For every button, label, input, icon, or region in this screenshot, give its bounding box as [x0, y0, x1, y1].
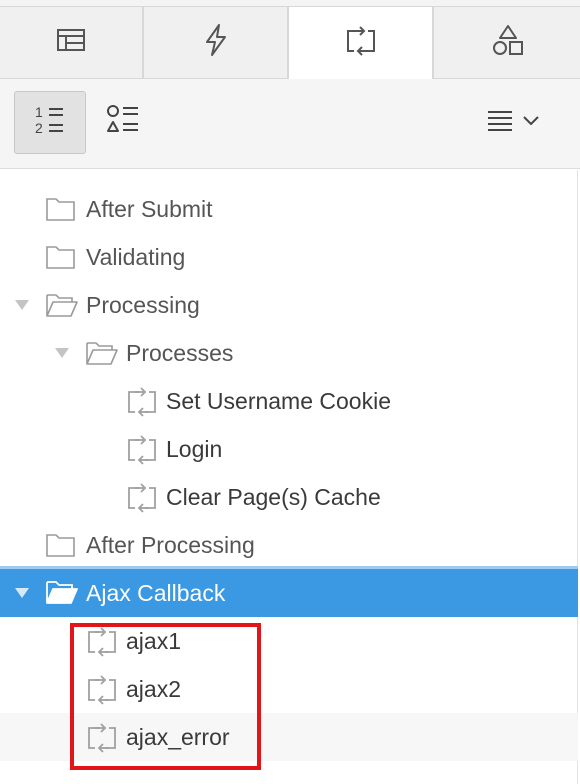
folder-open-icon [86, 340, 118, 366]
component-type-list-icon [105, 104, 141, 141]
tab-dynamic-actions[interactable] [143, 6, 288, 78]
tree-node-ajax-callback[interactable]: Ajax Callback [0, 566, 578, 617]
svg-text:1: 1 [35, 104, 43, 120]
view-component-type-button[interactable] [96, 91, 150, 154]
tree-node-login[interactable]: Login [0, 425, 578, 473]
shapes-icon [491, 23, 525, 62]
tree-node-label: Validating [86, 243, 186, 270]
process-arrows-icon [344, 26, 378, 61]
folder-icon [46, 196, 76, 222]
tree-node-label: After Submit [86, 195, 213, 222]
tree-node-label: Login [166, 435, 223, 462]
tree-node-clear-page-cache[interactable]: Clear Page(s) Cache [0, 473, 578, 521]
tree-node-ajax-error[interactable]: ajax_error [0, 713, 578, 761]
tree-node-validating[interactable]: Validating [0, 233, 578, 281]
tree-node-label: Processing [86, 291, 200, 318]
rendering-table-icon [56, 27, 86, 58]
tab-shared-components[interactable] [433, 6, 580, 78]
numbered-list-icon: 1 2 [33, 104, 67, 141]
lightning-icon [201, 23, 231, 62]
tree-node-ajax2[interactable]: ajax2 [0, 665, 578, 713]
tree-node-label: ajax1 [126, 627, 181, 654]
folder-open-icon [46, 579, 78, 605]
tree-toolbar: 1 2 [0, 79, 580, 169]
tab-rendering[interactable] [0, 6, 143, 78]
menu-lines-icon [486, 109, 514, 138]
process-icon [85, 723, 119, 753]
tree-node-processes[interactable]: Processes [0, 329, 578, 377]
tree-node-label: Clear Page(s) Cache [166, 483, 381, 510]
tree-node-after-submit[interactable]: After Submit [0, 185, 578, 233]
tree-node-label: Ajax Callback [86, 579, 226, 606]
tree-node-set-username-cookie[interactable]: Set Username Cookie [0, 377, 578, 425]
tree-node-label: Set Username Cookie [166, 387, 391, 414]
tree-node-label: ajax_error [126, 723, 230, 750]
process-icon [125, 435, 159, 465]
process-icon [125, 483, 159, 513]
tab-processing[interactable] [288, 6, 433, 80]
process-icon [85, 627, 119, 657]
tree-node-after-processing[interactable]: After Processing [0, 521, 578, 569]
tree-node-ajax1[interactable]: ajax1 [0, 617, 578, 665]
caret-down-icon[interactable] [54, 345, 70, 361]
folder-icon [46, 244, 76, 270]
tree-node-label: ajax2 [126, 675, 181, 702]
component-tabs [0, 0, 580, 80]
tree-menu-button[interactable] [476, 97, 550, 149]
processing-tree: After Submit Validating Processing Proce… [0, 170, 578, 784]
tree-node-label: Processes [126, 339, 234, 366]
caret-down-icon[interactable] [14, 585, 30, 601]
caret-down-icon[interactable] [14, 297, 30, 313]
view-order-button[interactable]: 1 2 [14, 91, 86, 154]
svg-text:2: 2 [35, 120, 43, 136]
folder-open-icon [46, 292, 78, 318]
folder-icon [46, 532, 76, 558]
tree-node-label: After Processing [86, 531, 255, 558]
process-icon [85, 675, 119, 705]
process-icon [125, 387, 159, 417]
tree-node-processing[interactable]: Processing [0, 281, 578, 329]
chevron-down-icon [522, 114, 540, 132]
